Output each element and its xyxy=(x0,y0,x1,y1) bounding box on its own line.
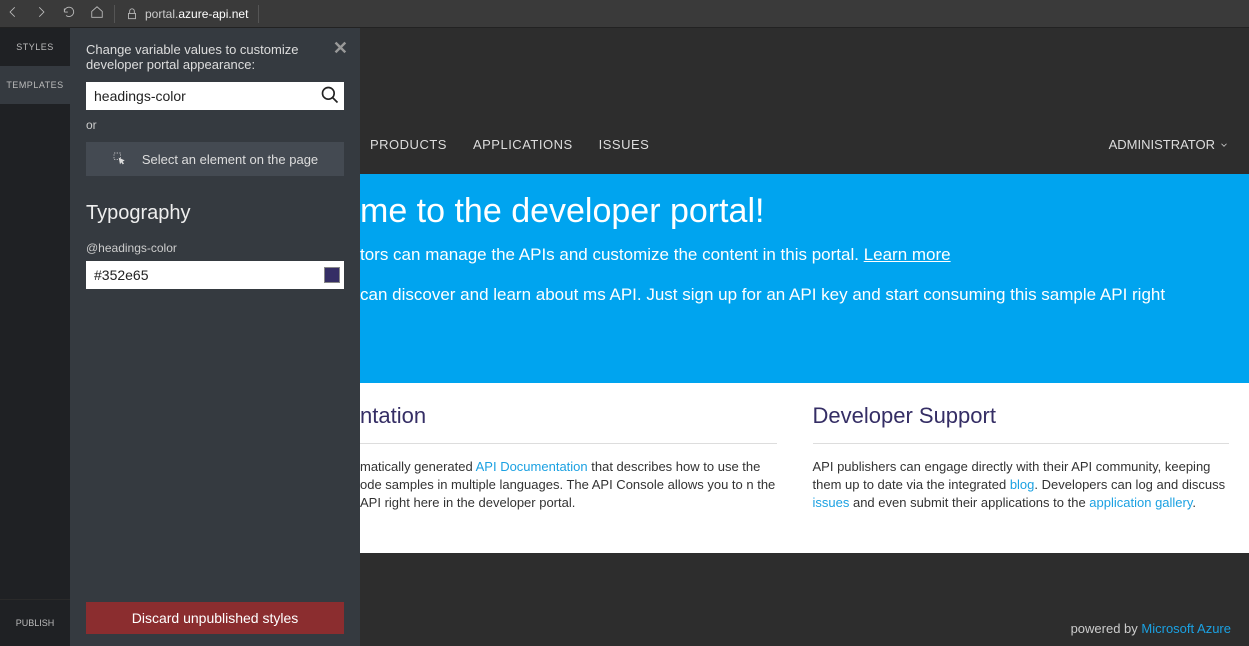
section-typography: Typography xyxy=(86,202,344,225)
lock-icon xyxy=(125,7,139,21)
left-sidebar: STYLES TEMPLATES PUBLISH xyxy=(0,28,70,646)
issues-link[interactable]: issues xyxy=(813,495,850,510)
color-field xyxy=(86,261,344,289)
hero-banner: me to the developer portal! tors can man… xyxy=(360,174,1249,383)
chevron-down-icon xyxy=(1219,140,1229,150)
url-text: portal.azure-api.net xyxy=(145,7,248,21)
nav-applications[interactable]: APPLICATIONS xyxy=(473,137,573,152)
search-icon[interactable] xyxy=(320,85,340,110)
or-label: or xyxy=(86,118,344,132)
portal-nav: PRODUCTS APPLICATIONS ISSUES ADMINISTRAT… xyxy=(360,28,1249,174)
back-icon[interactable] xyxy=(6,5,20,22)
nav-products[interactable]: PRODUCTS xyxy=(370,137,447,152)
picker-icon xyxy=(112,151,128,167)
refresh-icon[interactable] xyxy=(62,5,76,22)
footer: powered by Microsoft Azure xyxy=(360,611,1249,646)
forward-icon[interactable] xyxy=(34,5,48,22)
learn-more-link[interactable]: Learn more xyxy=(864,245,951,264)
cards-row: ntation matically generated API Document… xyxy=(360,383,1249,553)
panel-description: Change variable values to customize deve… xyxy=(86,42,344,72)
close-icon[interactable]: ✕ xyxy=(333,38,348,59)
select-element-button[interactable]: Select an element on the page xyxy=(86,142,344,176)
support-title: Developer Support xyxy=(813,403,1230,444)
search-input[interactable] xyxy=(86,82,344,110)
select-element-label: Select an element on the page xyxy=(142,152,318,167)
support-text: API publishers can engage directly with … xyxy=(813,458,1230,513)
variable-name: @headings-color xyxy=(86,241,344,255)
card-documentation: ntation matically generated API Document… xyxy=(360,403,777,513)
tab-templates[interactable]: TEMPLATES xyxy=(0,66,70,104)
admin-label: ADMINISTRATOR xyxy=(1109,137,1215,152)
hero-title: me to the developer portal! xyxy=(360,192,1229,231)
browser-toolbar: portal.azure-api.net xyxy=(0,0,1249,28)
gallery-link[interactable]: application gallery xyxy=(1089,495,1192,510)
separator xyxy=(114,5,115,23)
home-icon[interactable] xyxy=(90,5,104,22)
azure-link[interactable]: Microsoft Azure xyxy=(1141,621,1231,636)
styles-panel: ✕ Change variable values to customize de… xyxy=(70,28,360,646)
address-bar[interactable]: portal.azure-api.net xyxy=(125,7,248,21)
separator xyxy=(258,5,259,23)
discard-button[interactable]: Discard unpublished styles xyxy=(86,602,344,634)
preview-content: PRODUCTS APPLICATIONS ISSUES ADMINISTRAT… xyxy=(360,28,1249,646)
publish-section[interactable]: PUBLISH xyxy=(0,599,70,646)
card-support: Developer Support API publishers can eng… xyxy=(813,403,1230,513)
footer-text: powered by xyxy=(1071,621,1142,636)
hero-line-2: can discover and learn about ms API. Jus… xyxy=(360,285,1229,305)
doc-title: ntation xyxy=(360,403,777,444)
nav-admin[interactable]: ADMINISTRATOR xyxy=(1109,137,1229,152)
doc-text: matically generated API Documentation th… xyxy=(360,458,777,513)
tab-styles[interactable]: STYLES xyxy=(0,28,70,66)
hero-line-1: tors can manage the APIs and customize t… xyxy=(360,245,1229,265)
blog-link[interactable]: blog xyxy=(1010,477,1035,492)
color-swatch[interactable] xyxy=(324,267,340,283)
nav-issues[interactable]: ISSUES xyxy=(599,137,650,152)
api-documentation-link[interactable]: API Documentation xyxy=(476,459,588,474)
color-value-input[interactable] xyxy=(94,267,324,283)
search-variable xyxy=(86,82,344,110)
